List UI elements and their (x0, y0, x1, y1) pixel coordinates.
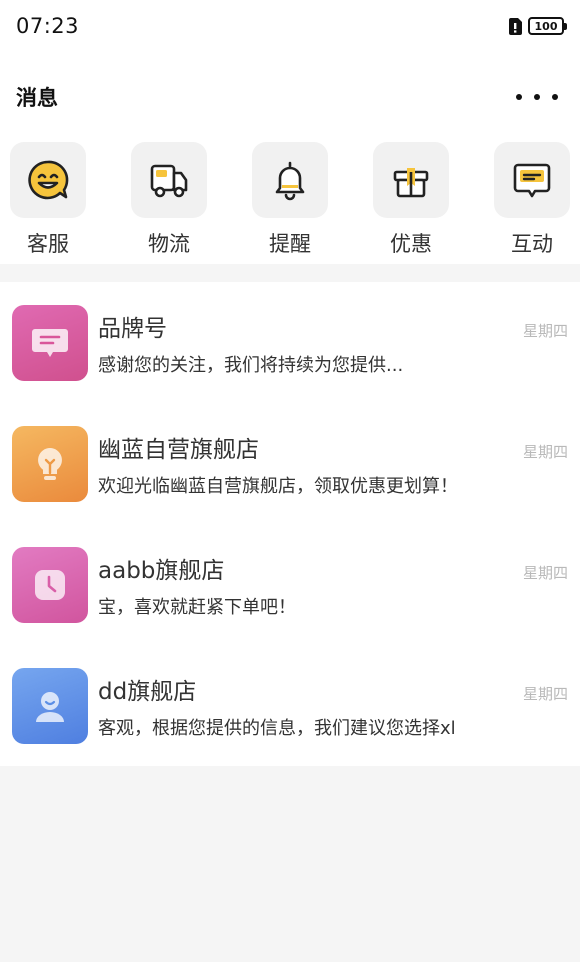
page-header: 消息 (0, 52, 580, 142)
conversation-item-dd-store[interactable]: dd旗舰店 星期四 客观，根据您提供的信息，我们建议您选择xl (0, 645, 580, 766)
more-dot-icon (552, 94, 558, 100)
conversation-date: 星期四 (522, 442, 568, 461)
quick-entry-reminder[interactable]: 提醒 (252, 142, 328, 258)
conversation-date: 星期四 (522, 684, 568, 703)
quick-entry-logistics[interactable]: 物流 (131, 142, 207, 258)
chat-bubble-icon (513, 163, 551, 198)
quick-entry-label: 客服 (27, 232, 69, 256)
conversation-date: 星期四 (522, 563, 568, 582)
gift-box-icon (393, 168, 429, 198)
conversation-item-youlan-store[interactable]: 幽蓝自营旗舰店 星期四 欢迎光临幽蓝自营旗舰店，领取优惠更划算！ (0, 403, 580, 524)
conversation-name: dd旗舰店 (98, 678, 197, 705)
conversation-date: 星期四 (522, 321, 568, 340)
battery-icon: 100 (528, 17, 567, 35)
status-icons: 100 (508, 17, 567, 35)
section-divider (0, 264, 580, 282)
sim-card-icon (509, 17, 522, 35)
status-bar: 07:23 100 (0, 0, 580, 52)
quick-entry-label: 互动 (511, 232, 553, 256)
conversation-preview: 欢迎光临幽蓝自营旗舰店，领取优惠更划算！ (98, 475, 458, 497)
message-bubble-icon (32, 328, 68, 357)
conversation-preview: 宝，喜欢就赶紧下单吧！ (98, 596, 296, 618)
page-title: 消息 (16, 86, 58, 110)
quick-entry-row: 客服 物流 提醒 优惠 互动 (0, 142, 580, 258)
conversation-name: aabb旗舰店 (98, 557, 225, 584)
more-dot-icon (534, 94, 540, 100)
avatar (12, 546, 88, 623)
quick-entry-label: 提醒 (269, 232, 311, 256)
clock-icon (35, 569, 65, 600)
quick-entry-interaction[interactable]: 互动 (494, 142, 570, 258)
conversation-preview: 客观，根据您提供的信息，我们建议您选择xl (98, 717, 456, 739)
top-panel: 07:23 100 消息 客服 物流 提醒 优惠 互动 (0, 0, 580, 264)
conversation-list: 品牌号 星期四 感谢您的关注，我们将持续为您提供... 幽蓝自营旗舰店 星期四 … (0, 282, 580, 766)
delivery-truck-icon (150, 164, 188, 198)
bell-icon (275, 161, 305, 201)
avatar (12, 667, 88, 744)
quick-entry-customer-service[interactable]: 客服 (10, 142, 86, 258)
lightbulb-icon (38, 447, 62, 480)
quick-entry-label: 物流 (148, 232, 190, 256)
conversation-name: 幽蓝自营旗舰店 (98, 436, 259, 463)
smiley-face-icon (28, 160, 69, 200)
conversation-item-brand[interactable]: 品牌号 星期四 感谢您的关注，我们将持续为您提供... (0, 282, 580, 403)
quick-entry-discount[interactable]: 优惠 (373, 142, 449, 258)
conversation-preview: 感谢您的关注，我们将持续为您提供... (98, 354, 404, 376)
status-time: 07:23 (16, 14, 80, 38)
conversation-item-aabb-store[interactable]: aabb旗舰店 星期四 宝，喜欢就赶紧下单吧！ (0, 524, 580, 645)
avatar (12, 425, 88, 502)
quick-entry-label: 优惠 (390, 232, 432, 256)
battery-level: 100 (534, 19, 558, 33)
more-options-button[interactable] (512, 88, 562, 106)
conversation-name: 品牌号 (98, 315, 167, 342)
user-avatar-icon (36, 691, 64, 722)
avatar (12, 304, 88, 381)
more-dot-icon (516, 94, 522, 100)
